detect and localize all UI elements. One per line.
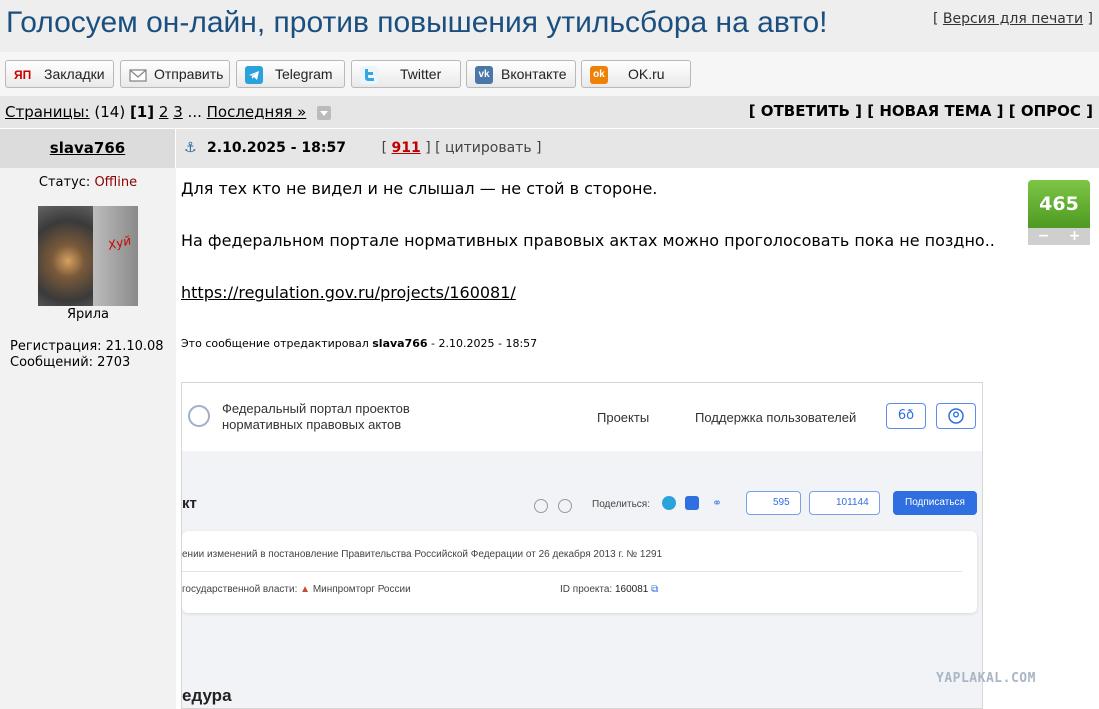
- user-icon: [936, 403, 976, 429]
- yandex-bookmarks-icon: ЯП: [14, 68, 32, 82]
- project-heading: кт: [182, 495, 197, 512]
- registration-date: Регистрация: 21.10.08: [10, 339, 164, 354]
- warning-triangle-icon: ▲: [300, 584, 311, 595]
- pagination: Страницы: (14) [1] 2 3 ... Последняя »: [5, 103, 332, 121]
- status-badge: Offline: [94, 175, 138, 190]
- quote-link[interactable]: [ цитировать ]: [435, 140, 541, 156]
- project-card: ении изменений в постановление Правитель…: [182, 531, 977, 613]
- author-cell: slava766: [0, 129, 176, 168]
- share-twitter-button[interactable]: Twitter: [351, 60, 461, 88]
- share-label: Поделиться:: [592, 499, 650, 510]
- post-link[interactable]: https://regulation.gov.ru/projects/16008…: [181, 283, 516, 302]
- reply-button[interactable]: [ ОТВЕТИТЬ ]: [749, 102, 862, 120]
- user-status: Статус: Offline: [38, 175, 138, 190]
- message-count: Сообщений: 2703: [10, 355, 131, 370]
- print-icon: [534, 499, 548, 513]
- share-ok-button[interactable]: ok OK.ru: [581, 60, 691, 88]
- print-version-link[interactable]: Версия для печати: [943, 11, 1083, 27]
- new-topic-button[interactable]: [ НОВАЯ ТЕМА ]: [867, 102, 1003, 120]
- post-line: На федеральном портале нормативных право…: [181, 231, 995, 250]
- user-sidebar: Статус: Offline Хуй Ярила Регистрация: 2…: [0, 168, 176, 709]
- project-description: ении изменений в постановление Правитель…: [182, 549, 663, 560]
- vk-icon: [685, 496, 699, 510]
- poll-button[interactable]: [ ОПРОС ]: [1009, 102, 1093, 120]
- chevron-down-icon[interactable]: [317, 105, 332, 120]
- page-title: Голосуем он-лайн, против повышения утиль…: [6, 6, 828, 39]
- copy-icon: ⧉: [651, 584, 659, 595]
- vote-widget: 465 − +: [1028, 180, 1090, 245]
- post-header: slava766 ⚓ 2.10.2025 - 18:57 [ 911 ] [ ц…: [0, 129, 1099, 168]
- telegram-icon: [245, 66, 263, 84]
- share-vk-button[interactable]: vk Вконтакте: [466, 60, 576, 88]
- portal-name: Федеральный портал проектов нормативных …: [222, 401, 410, 432]
- likes-count: 595: [746, 491, 801, 515]
- emblem-icon: [188, 405, 210, 427]
- dislikes-count: 101144: [809, 491, 880, 515]
- nav-projects: Проекты: [597, 410, 650, 425]
- share-email-button[interactable]: Отправить: [120, 60, 230, 88]
- project-id: ID проекта: 160081 ⧉: [560, 584, 659, 595]
- page-2-link[interactable]: 2: [159, 103, 169, 121]
- vote-count: 465: [1028, 180, 1090, 228]
- title-bar: Голосуем он-лайн, против повышения утиль…: [0, 0, 1099, 52]
- nav-support: Поддержка пользователей: [695, 410, 857, 425]
- share-bookmarks-button[interactable]: ЯП Закладки: [5, 60, 114, 88]
- post-date: 2.10.2025 - 18:57: [207, 140, 346, 156]
- anchor-icon[interactable]: ⚓: [184, 140, 197, 156]
- post-meta: ⚓ 2.10.2025 - 18:57 [ 911 ] [ цитировать…: [184, 140, 542, 156]
- share-telegram-button[interactable]: Telegram: [236, 60, 345, 88]
- vk-icon: vk: [475, 66, 493, 84]
- procedure-heading: едура: [182, 686, 232, 705]
- topic-actions: [ ОТВЕТИТЬ ] [ НОВАЯ ТЕМА ] [ ОПРОС ]: [749, 102, 1093, 120]
- user-title: Ярила: [66, 307, 109, 322]
- avatar[interactable]: Хуй: [38, 206, 138, 306]
- link-icon: ⚭: [712, 496, 723, 510]
- page-3-link[interactable]: 3: [173, 103, 183, 121]
- odnoklassniki-icon: ok: [590, 66, 608, 84]
- share-bar: ЯП Закладки Отправить Telegram Twitter v…: [0, 52, 1099, 96]
- last-page-link[interactable]: Последняя »: [207, 103, 307, 121]
- current-page: [1]: [129, 103, 155, 121]
- watermark: YAPLAKAL.COM: [936, 671, 1036, 686]
- pagination-bar: Страницы: (14) [1] 2 3 ... Последняя » […: [0, 96, 1099, 128]
- pages-link[interactable]: Страницы:: [5, 103, 90, 121]
- glasses-icon: 6ð: [886, 403, 926, 429]
- portal-header: Федеральный портал проектов нормативных …: [182, 383, 982, 451]
- info-icon: [558, 499, 572, 513]
- twitter-icon: [360, 66, 378, 84]
- embedded-screenshot: Федеральный портал проектов нормативных …: [181, 382, 983, 709]
- user-stats: Регистрация: 21.10.08 Сообщений: 2703: [10, 339, 164, 371]
- telegram-icon: [662, 496, 676, 510]
- post-rating-link[interactable]: 911: [392, 140, 421, 156]
- author-link[interactable]: slava766: [50, 139, 125, 157]
- envelope-icon: [129, 69, 147, 82]
- post-line: Для тех кто не видел и не слышал — не ст…: [181, 179, 658, 198]
- subscribe-button: Подписаться: [893, 491, 977, 515]
- vote-minus-button[interactable]: −: [1038, 228, 1050, 245]
- print-version: [ Версия для печати ]: [933, 11, 1093, 27]
- authority: государственной власти: ▲ Минпромторг Ро…: [182, 584, 411, 595]
- vote-plus-button[interactable]: +: [1069, 228, 1081, 245]
- edited-note: Это сообщение отредактировал slava766 - …: [181, 337, 538, 350]
